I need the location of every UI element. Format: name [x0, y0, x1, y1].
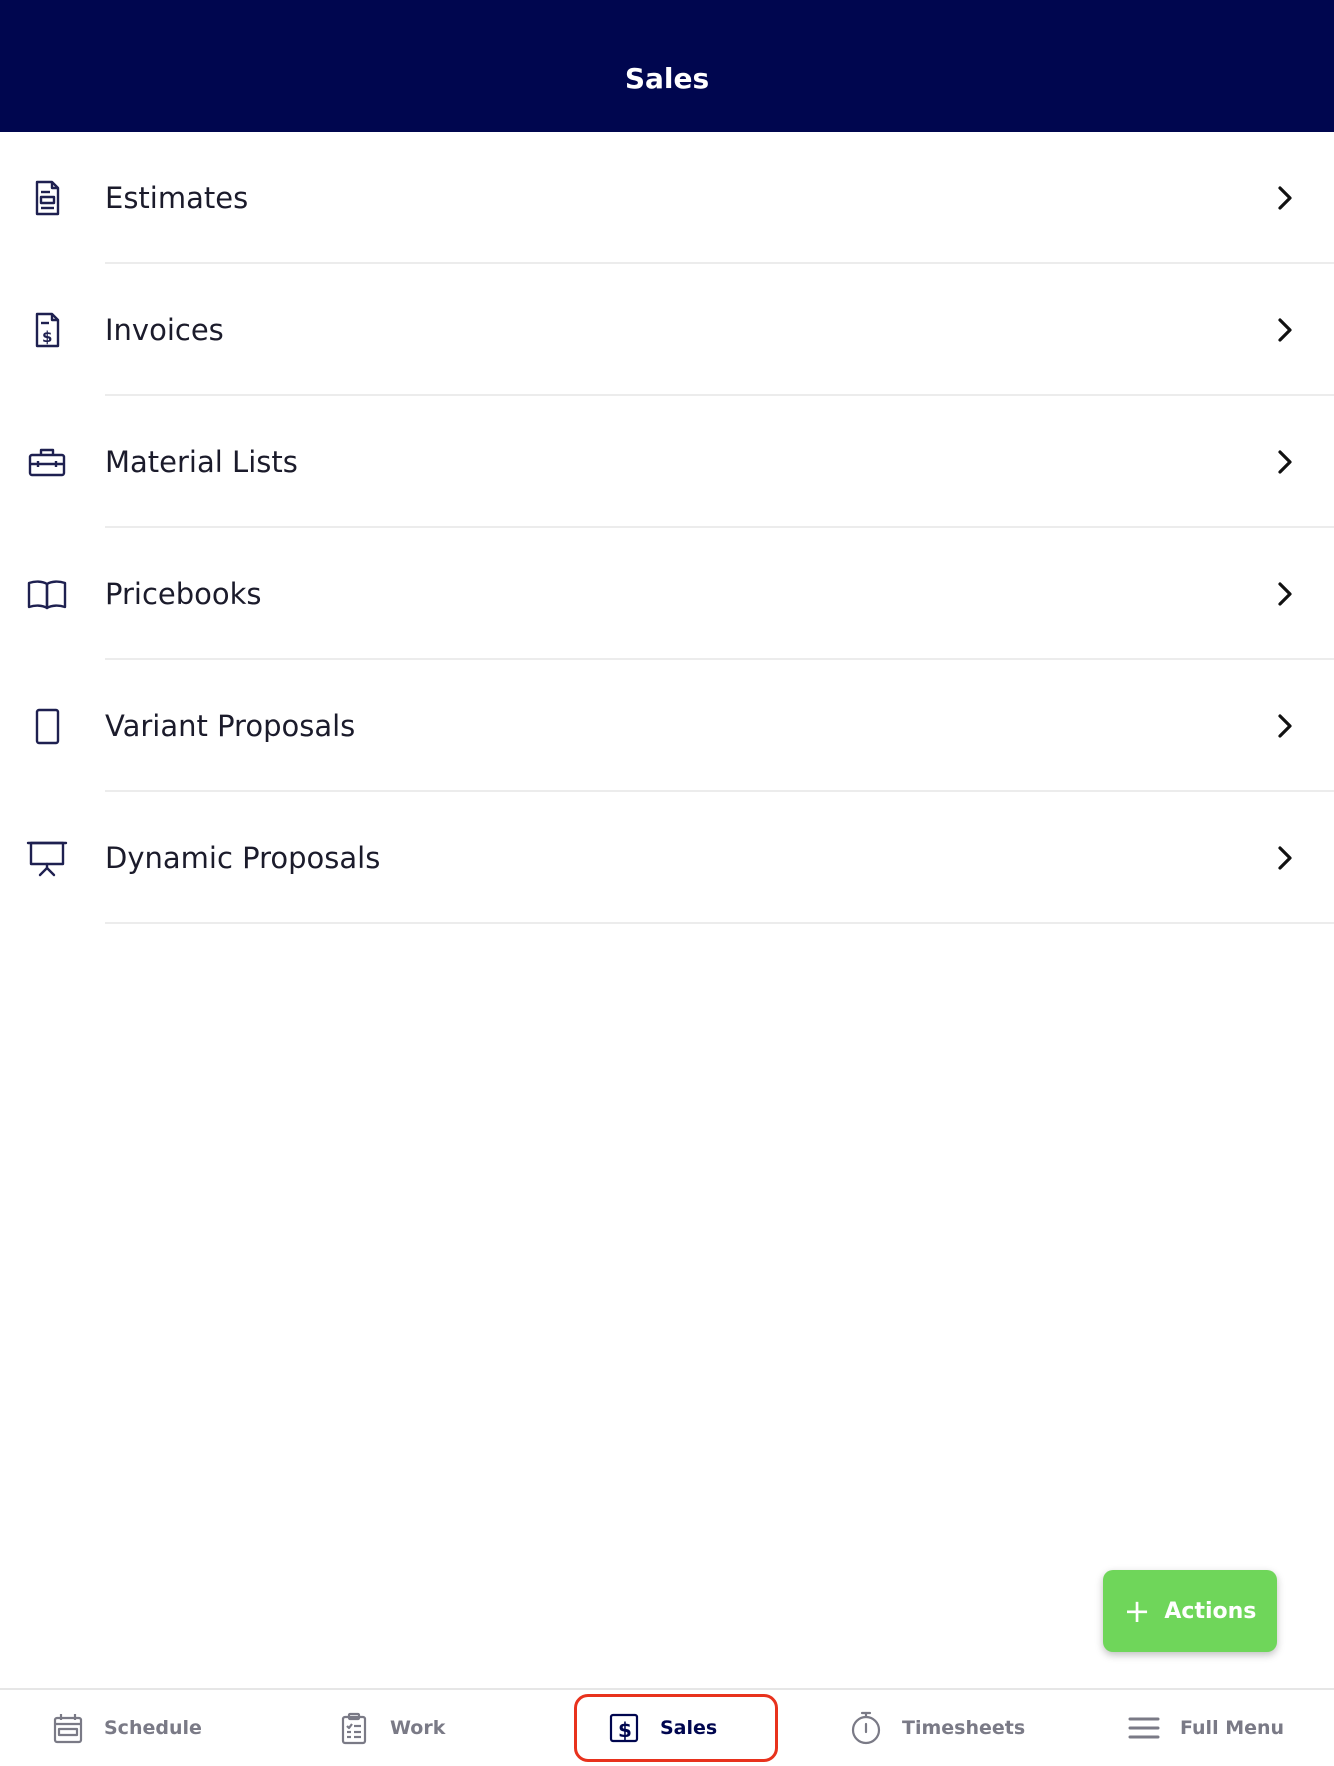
chevron-right-icon — [1278, 318, 1292, 342]
menu-item-label: Dynamic Proposals — [105, 841, 381, 875]
plus-icon: + — [1123, 1592, 1151, 1630]
page-title: Sales — [624, 61, 710, 95]
nav-label: Work — [390, 1717, 446, 1739]
toolbox-icon — [24, 439, 70, 485]
menu-item-label: Variant Proposals — [105, 709, 356, 743]
nav-label: Full Menu — [1180, 1717, 1285, 1739]
nav-item-full-menu[interactable]: Full Menu — [1126, 1690, 1284, 1766]
menu-item-label: Invoices — [105, 313, 224, 347]
nav-item-sales[interactable]: $ Sales — [606, 1690, 717, 1766]
dollar-icon: $ — [609, 1713, 639, 1743]
menu-item-estimates[interactable]: Estimates — [0, 132, 1334, 264]
chevron-right-icon — [1278, 582, 1292, 606]
open-book-icon — [24, 571, 70, 617]
presentation-board-icon — [24, 835, 70, 881]
menu-item-pricebooks[interactable]: Pricebooks — [0, 528, 1334, 660]
calendar-icon — [53, 1714, 83, 1744]
nav-item-schedule[interactable]: Schedule — [50, 1690, 202, 1766]
actions-button-label: Actions — [1164, 1598, 1257, 1624]
chevron-right-icon — [1278, 186, 1292, 210]
menu-item-label: Estimates — [105, 181, 249, 215]
nav-item-timesheets[interactable]: Timesheets — [848, 1690, 1025, 1766]
menu-item-invoices[interactable]: $ Invoices — [0, 264, 1334, 396]
svg-text:$: $ — [618, 1718, 632, 1742]
menu-item-label: Material Lists — [105, 445, 298, 479]
clipboard-icon — [341, 1712, 367, 1745]
menu-item-label: Pricebooks — [105, 577, 262, 611]
nav-label: Sales — [660, 1717, 718, 1739]
menu-item-material-lists[interactable]: Material Lists — [0, 396, 1334, 528]
actions-button[interactable]: + Actions — [1103, 1570, 1277, 1652]
tablet-icon — [24, 703, 70, 749]
chevron-right-icon — [1278, 450, 1292, 474]
hamburger-menu-icon — [1128, 1717, 1160, 1739]
chevron-right-icon — [1278, 846, 1292, 870]
menu-item-dynamic-proposals[interactable]: Dynamic Proposals — [0, 792, 1334, 924]
svg-text:$: $ — [42, 328, 52, 346]
nav-label: Schedule — [104, 1717, 202, 1739]
invoice-dollar-icon: $ — [24, 307, 70, 353]
top-header: Sales — [0, 0, 1334, 132]
bottom-navigation: Schedule Work $ Sales Timesheets Full Me… — [0, 1688, 1334, 1766]
estimate-document-icon — [24, 175, 70, 221]
menu-item-variant-proposals[interactable]: Variant Proposals — [0, 660, 1334, 792]
chevron-right-icon — [1278, 714, 1292, 738]
sales-menu-list: Estimates $ Invoices Material Lists Pric… — [0, 132, 1334, 924]
nav-label: Timesheets — [902, 1717, 1026, 1739]
nav-item-work[interactable]: Work — [336, 1690, 445, 1766]
stopwatch-icon — [851, 1711, 881, 1745]
